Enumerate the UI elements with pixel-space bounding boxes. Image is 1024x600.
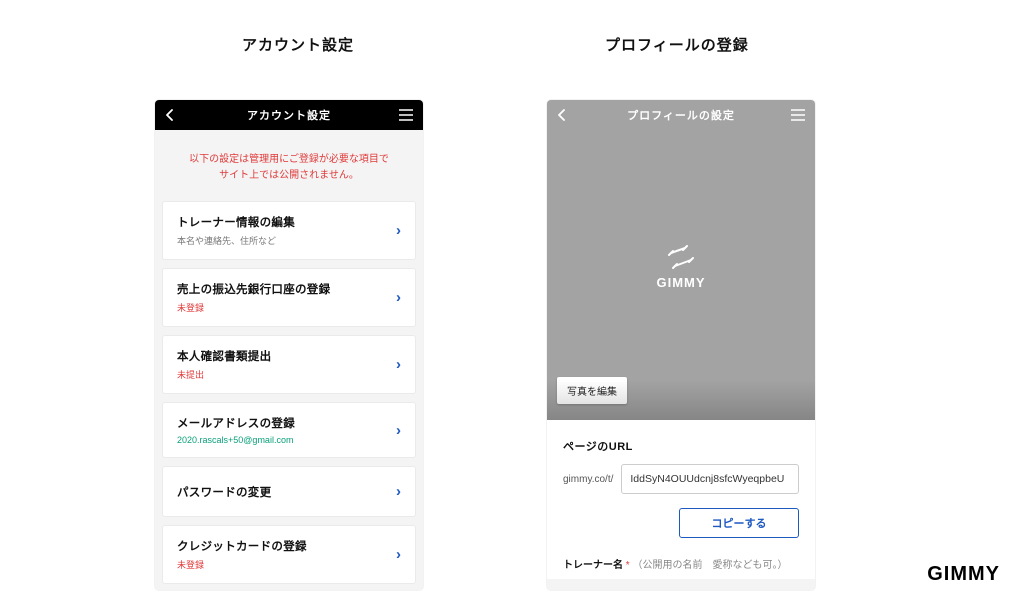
chevron-left-icon (557, 109, 567, 121)
url-row: gimmy.co/t/ (563, 464, 799, 494)
item-subtitle: 未提出 (177, 368, 271, 381)
url-label: ページのURL (563, 438, 799, 454)
copy-button[interactable]: コピーする (679, 508, 799, 538)
item-title: 売上の振込先銀行口座の登録 (177, 281, 330, 297)
edit-photo-button[interactable]: 写真を編集 (557, 377, 627, 404)
chevron-right-icon: › (396, 483, 401, 500)
chevron-left-icon (165, 109, 175, 121)
item-title: 本人確認書類提出 (177, 348, 271, 364)
back-button[interactable] (155, 100, 185, 130)
header-title: プロフィールの設定 (627, 107, 735, 123)
chevron-right-icon: › (396, 546, 401, 563)
section-title-account: アカウント設定 (242, 34, 354, 55)
settings-item-credit-card[interactable]: クレジットカードの登録 未登録 › (163, 526, 415, 583)
item-subtitle: 2020.rascals+50@gmail.com (177, 435, 295, 445)
brand-text: GIMMY (547, 275, 815, 290)
settings-list: トレーナー情報の編集 本名や連絡先、住所など › 売上の振込先銀行口座の登録 未… (155, 202, 423, 583)
notice-text: 以下の設定は管理用にご登録が必要な項目で サイト上では公開されません。 (155, 130, 423, 202)
hamburger-icon (399, 109, 413, 121)
item-title: クレジットカードの登録 (177, 538, 307, 554)
header-bar: アカウント設定 (155, 100, 423, 130)
settings-item-password[interactable]: パスワードの変更 › (163, 467, 415, 516)
back-button[interactable] (547, 100, 577, 130)
hamburger-icon (791, 109, 805, 121)
chevron-right-icon: › (396, 422, 401, 439)
settings-item-bank-account[interactable]: 売上の振込先銀行口座の登録 未登録 › (163, 269, 415, 326)
profile-body: ページのURL gimmy.co/t/ コピーする トレーナー名 * （公開用の… (547, 420, 815, 579)
item-subtitle: 本名や連絡先、住所など (177, 234, 295, 247)
item-title: メールアドレスの登録 (177, 415, 295, 431)
header-bar: プロフィールの設定 (547, 100, 815, 130)
brand-logo: GIMMY (547, 245, 815, 290)
item-title: トレーナー情報の編集 (177, 214, 295, 230)
menu-button[interactable] (781, 100, 815, 130)
section-title-profile: プロフィールの登録 (605, 34, 749, 55)
item-title: パスワードの変更 (177, 484, 271, 500)
chevron-right-icon: › (396, 356, 401, 373)
item-subtitle: 未登録 (177, 558, 307, 571)
chevron-right-icon: › (396, 289, 401, 306)
header-title: アカウント設定 (247, 107, 331, 123)
url-input[interactable] (621, 464, 799, 494)
profile-hero: プロフィールの設定 GIMMY 写真を編集 (547, 100, 815, 420)
settings-item-identity-docs[interactable]: 本人確認書類提出 未提出 › (163, 336, 415, 393)
url-prefix: gimmy.co/t/ (563, 474, 613, 485)
phone-account-settings: アカウント設定 以下の設定は管理用にご登録が必要な項目で サイト上では公開されま… (155, 100, 423, 590)
dumbbell-icon (666, 245, 696, 269)
settings-item-email[interactable]: メールアドレスの登録 2020.rascals+50@gmail.com › (163, 403, 415, 457)
settings-item-trainer-info[interactable]: トレーナー情報の編集 本名や連絡先、住所など › (163, 202, 415, 259)
item-subtitle: 未登録 (177, 301, 330, 314)
menu-button[interactable] (389, 100, 423, 130)
chevron-right-icon: › (396, 222, 401, 239)
trainer-name-label: トレーナー名 * （公開用の名前 愛称なども可。） (563, 556, 799, 571)
brand-wordmark: GIMMY (927, 563, 1000, 586)
phone-profile-settings: プロフィールの設定 GIMMY 写真を編集 ページのURL (547, 100, 815, 590)
